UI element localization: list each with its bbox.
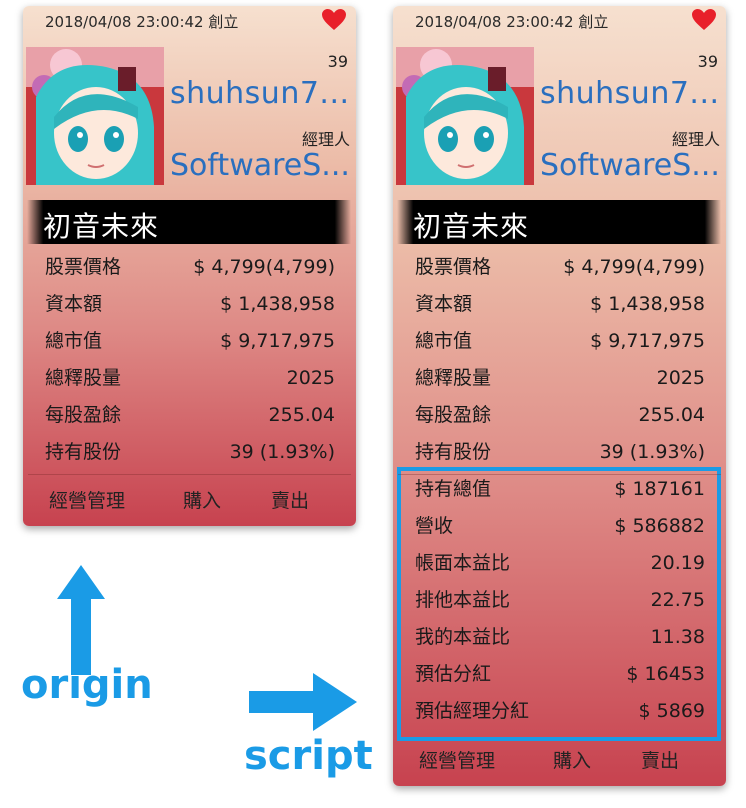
stat-label: 資本額 bbox=[415, 293, 473, 315]
stat-label: 每股盈餘 bbox=[415, 404, 492, 426]
stat-row-eps: 每股盈餘 255.04 bbox=[45, 397, 335, 434]
manage-button[interactable]: 經營管理 bbox=[419, 746, 495, 773]
stat-label: 資本額 bbox=[45, 293, 103, 315]
stat-row-market-cap: 總市值 $ 9,717,975 bbox=[45, 323, 335, 360]
stock-name: 初音未來 bbox=[43, 210, 160, 243]
stock-name-bar[interactable]: 初音未來 bbox=[397, 200, 721, 244]
role-label: 經理人 bbox=[671, 130, 720, 149]
stat-label: 總釋股量 bbox=[415, 367, 492, 389]
stat-row-total-shares: 總釋股量 2025 bbox=[45, 360, 335, 397]
divider bbox=[398, 474, 721, 475]
stat-row-holdings: 持有股份 39 (1.93%) bbox=[45, 434, 335, 471]
action-bar: 經營管理 購入 賣出 bbox=[393, 742, 726, 778]
created-date: 2018/04/08 23:00:42 創立 bbox=[45, 13, 239, 31]
stat-value: 2025 bbox=[656, 367, 705, 389]
stat-label: 股票價格 bbox=[45, 256, 122, 278]
arrow-right-icon bbox=[249, 673, 357, 731]
stat-row-holdings: 持有股份 39 (1.93%) bbox=[415, 434, 705, 471]
stock-card-script: 2018/04/08 23:00:42 創立 39 shuhsun7... 經理… bbox=[393, 6, 726, 786]
action-bar: 經營管理 購入 賣出 bbox=[23, 482, 356, 518]
stat-value: 39 (1.93%) bbox=[599, 441, 705, 463]
owner-name-link[interactable]: shuhsun7... bbox=[540, 76, 724, 111]
stock-name-bar[interactable]: 初音未來 bbox=[27, 200, 351, 244]
stat-label: 持有股份 bbox=[45, 441, 122, 463]
stat-value: $ 4,799(4,799) bbox=[193, 256, 335, 278]
stat-row-capital: 資本額 $ 1,438,958 bbox=[45, 286, 335, 323]
extra-stats-highlight bbox=[397, 467, 721, 741]
owner-name-link[interactable]: shuhsun7... bbox=[170, 76, 354, 111]
stat-row-price: 股票價格 $ 4,799(4,799) bbox=[45, 249, 335, 286]
stat-row-total-shares: 總釋股量 2025 bbox=[415, 360, 705, 397]
manager-name-link[interactable]: SoftwareS... bbox=[170, 148, 354, 183]
stock-card-origin: 2018/04/08 23:00:42 創立 39 shuhsun7... 經理… bbox=[23, 6, 356, 526]
stat-row-eps: 每股盈餘 255.04 bbox=[415, 397, 705, 434]
stat-value: 255.04 bbox=[638, 404, 705, 426]
stat-label: 股票價格 bbox=[415, 256, 492, 278]
origin-label: origin bbox=[21, 662, 153, 708]
manager-name-link[interactable]: SoftwareS... bbox=[540, 148, 724, 183]
stat-row-price: 股票價格 $ 4,799(4,799) bbox=[415, 249, 705, 286]
holder-count: 39 bbox=[697, 52, 718, 71]
stat-value: $ 1,438,958 bbox=[590, 293, 705, 315]
stat-label: 每股盈餘 bbox=[45, 404, 122, 426]
role-label: 經理人 bbox=[301, 130, 350, 149]
created-date: 2018/04/08 23:00:42 創立 bbox=[415, 13, 609, 31]
stat-value: $ 9,717,975 bbox=[220, 330, 335, 352]
stat-row-market-cap: 總市值 $ 9,717,975 bbox=[415, 323, 705, 360]
script-label: script bbox=[244, 733, 373, 779]
manage-button[interactable]: 經營管理 bbox=[49, 486, 125, 513]
buy-button[interactable]: 購入 bbox=[183, 486, 221, 513]
stat-value: 39 (1.93%) bbox=[229, 441, 335, 463]
heart-icon[interactable] bbox=[321, 8, 347, 32]
arrow-up-icon bbox=[57, 565, 105, 675]
card-header: 2018/04/08 23:00:42 創立 bbox=[393, 6, 726, 36]
sell-button[interactable]: 賣出 bbox=[641, 746, 679, 773]
avatar[interactable] bbox=[26, 47, 164, 185]
buy-button[interactable]: 購入 bbox=[553, 746, 591, 773]
heart-icon[interactable] bbox=[691, 8, 717, 32]
stat-value: $ 9,717,975 bbox=[590, 330, 705, 352]
stat-label: 持有股份 bbox=[415, 441, 492, 463]
stat-value: 2025 bbox=[286, 367, 335, 389]
sell-button[interactable]: 賣出 bbox=[271, 486, 309, 513]
stat-value: $ 1,438,958 bbox=[220, 293, 335, 315]
stat-value: 255.04 bbox=[268, 404, 335, 426]
holder-count: 39 bbox=[327, 52, 348, 71]
stat-label: 總釋股量 bbox=[45, 367, 122, 389]
card-header: 2018/04/08 23:00:42 創立 bbox=[23, 6, 356, 36]
avatar[interactable] bbox=[396, 47, 534, 185]
stats-list: 股票價格 $ 4,799(4,799) 資本額 $ 1,438,958 總市值 … bbox=[45, 249, 335, 471]
stat-label: 總市值 bbox=[45, 330, 103, 352]
stat-row-capital: 資本額 $ 1,438,958 bbox=[415, 286, 705, 323]
divider bbox=[28, 474, 351, 475]
stat-label: 總市值 bbox=[415, 330, 473, 352]
stock-name: 初音未來 bbox=[413, 210, 530, 243]
stat-value: $ 4,799(4,799) bbox=[563, 256, 705, 278]
